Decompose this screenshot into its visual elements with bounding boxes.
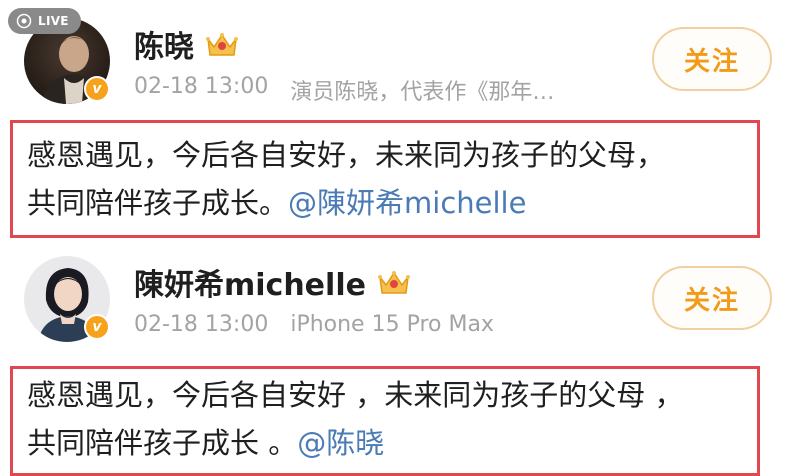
weibo-post: v 陳妍希michelle 02-18 13:00 iPhone 15 Pro … [0,240,792,476]
post-time: 02-18 13:00 [134,74,269,99]
live-icon [16,13,32,29]
username-text: 陈晓 [134,30,194,65]
live-badge[interactable]: LIVE [8,8,81,34]
post-source: iPhone 15 Pro Max [290,312,494,337]
content-text: 共同陪伴孩子成长。 [27,186,289,220]
mention-link[interactable]: @陳妍希michelle [288,186,526,220]
follow-button[interactable]: 关注 [652,266,772,330]
content-line: 感恩遇见，今后各自安好，未来同为孩子的父母， [27,138,666,172]
weibo-post: v 陈晓 02-18 13:00 演员陈晓，代表作《那年… 关注 感恩遇见，今后… [0,0,792,240]
post-time: 02-18 13:00 [134,312,269,337]
post-content: 感恩遇见，今后各自安好 ，未来同为孩子的父母 ， 共同陪伴孩子成长 。@陈晓 [10,366,760,476]
username[interactable]: 陳妍希michelle [134,260,412,304]
content-line-with-mention: 共同陪伴孩子成长。@陳妍希michelle [27,179,741,227]
content-text: 共同陪伴孩子成长 。 [27,426,298,460]
post-content: 感恩遇见，今后各自安好，未来同为孩子的父母， 共同陪伴孩子成长。@陳妍希mich… [10,120,760,238]
username[interactable]: 陈晓 [134,22,240,66]
crown-icon [204,29,240,59]
verified-badge-icon: v [84,314,110,340]
username-text: 陳妍希michelle [134,268,366,303]
avatar[interactable]: v [24,256,110,342]
post-source: 演员陈晓，代表作《那年… [290,80,555,105]
post-meta: 02-18 13:00 演员陈晓，代表作《那年… [134,74,554,106]
live-label: LIVE [38,14,69,28]
post-meta: 02-18 13:00 iPhone 15 Pro Max [134,312,494,337]
mention-link[interactable]: @陈晓 [297,426,384,460]
content-line-with-mention: 共同陪伴孩子成长 。@陈晓 [27,419,741,467]
content-line: 感恩遇见，今后各自安好 ，未来同为孩子的父母 ， [27,378,684,412]
verified-badge-icon: v [84,76,110,102]
follow-button[interactable]: 关注 [652,27,772,91]
crown-icon [376,267,412,297]
